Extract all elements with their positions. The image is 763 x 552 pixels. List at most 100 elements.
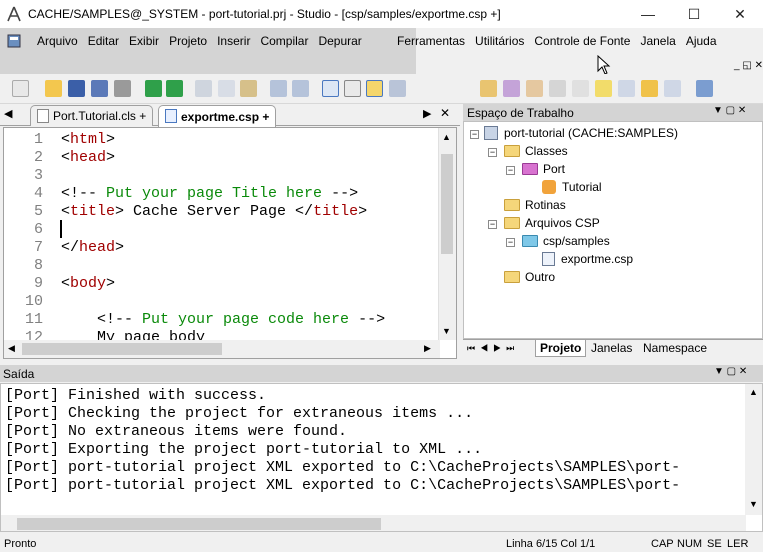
view-code-icon[interactable] [322, 80, 339, 97]
scroll-left-icon[interactable]: ◀ [8, 343, 15, 354]
tool-icon-10[interactable] [696, 80, 713, 97]
tab-janelas[interactable]: Janelas [587, 340, 636, 356]
num-indicator: NUM [677, 538, 703, 550]
tree-outro[interactable]: Outro [504, 270, 555, 284]
tool-icon-3[interactable] [526, 80, 543, 97]
save-all-icon[interactable] [91, 80, 108, 97]
tree-classes[interactable]: Classes [504, 144, 568, 158]
tab-port-tutorial-cls[interactable]: Port.Tutorial.cls + [30, 105, 154, 126]
menu-editar[interactable]: Editar [83, 34, 124, 48]
editor-vertical-scrollbar[interactable]: ▲ ▼ [438, 128, 456, 340]
document-icon[interactable] [344, 80, 361, 97]
redo-icon[interactable] [292, 80, 309, 97]
folder-icon [504, 199, 520, 211]
tool-icon-5[interactable] [572, 80, 589, 97]
tab-scroll-left-icon[interactable]: ◀ [4, 107, 12, 120]
output-vertical-scrollbar[interactable]: ▲ ▼ [745, 384, 762, 515]
maximize-button[interactable]: ☐ [671, 0, 717, 28]
document-menu-icon[interactable] [6, 33, 28, 49]
line-number: 6 [33, 221, 43, 238]
line-number: 9 [33, 275, 43, 292]
menu-ajuda[interactable]: Ajuda [681, 34, 722, 48]
tool-icon-8[interactable] [641, 80, 658, 97]
editor-horizontal-scrollbar[interactable]: ◀ ▶ [4, 340, 440, 358]
tree-project[interactable]: port-tutorial (CACHE:SAMPLES) [484, 126, 678, 140]
collapse-icon[interactable]: − [488, 220, 497, 229]
menu-depurar[interactable]: Depurar [313, 34, 366, 48]
menu-arquivo[interactable]: Arquivo [32, 34, 83, 48]
tree-csp-samples[interactable]: csp/samples [522, 234, 610, 248]
tool-icon-6[interactable] [595, 80, 612, 97]
menu-controle-de-fonte[interactable]: Controle de Fonte [529, 34, 635, 48]
collapse-icon[interactable]: − [488, 148, 497, 157]
print-icon[interactable] [114, 80, 131, 97]
tree-arquivos-csp[interactable]: Arquivos CSP [504, 216, 600, 230]
tree-port[interactable]: Port [522, 162, 565, 176]
output-title-bar: Saída ▼ ▢ ✕ [0, 365, 763, 382]
new-file-icon[interactable] [12, 80, 29, 97]
tab-label: exportme.csp + [181, 109, 270, 124]
scroll-up-icon[interactable]: ▲ [749, 387, 758, 397]
tab-nav-icons[interactable]: ⏮◀▶⏭ [467, 343, 519, 354]
inspector-icon[interactable] [366, 80, 383, 97]
restore-mdi-icon[interactable]: _ ◱ ✕ [734, 60, 763, 71]
hscroll-thumb[interactable] [17, 518, 381, 530]
forward-icon[interactable] [166, 80, 183, 97]
tool-icon-7[interactable] [618, 80, 635, 97]
back-icon[interactable] [145, 80, 162, 97]
tab-exportme-csp[interactable]: exportme.csp + [158, 105, 277, 127]
tree-label: Port [543, 162, 566, 176]
tool-icon-2[interactable] [503, 80, 520, 97]
status-text: Pronto [4, 538, 37, 550]
tree-exportme-csp[interactable]: exportme.csp [542, 252, 633, 266]
tool-icon-4[interactable] [549, 80, 566, 97]
main-toolbar [0, 74, 763, 104]
scroll-down-icon[interactable]: ▼ [749, 499, 758, 509]
menu-compilar[interactable]: Compilar [255, 34, 313, 48]
scroll-right-icon[interactable]: ▶ [424, 343, 431, 354]
mouse-cursor-icon [597, 55, 611, 75]
tree-rotinas[interactable]: Rotinas [504, 198, 566, 212]
save-icon[interactable] [68, 80, 85, 97]
tool-icon-1[interactable] [480, 80, 497, 97]
window-layout-icon[interactable] [389, 80, 406, 97]
scroll-up-icon[interactable]: ▲ [442, 132, 451, 142]
csp-file-icon [542, 252, 555, 266]
panel-menu-icon[interactable]: ▼ ▢ ✕ [714, 366, 747, 377]
paste-icon[interactable] [240, 80, 257, 97]
scroll-down-icon[interactable]: ▼ [442, 326, 451, 336]
tool-icon-9[interactable] [664, 80, 681, 97]
scroll-thumb[interactable] [441, 154, 453, 254]
tab-projeto[interactable]: Projeto [535, 340, 587, 357]
minimize-button[interactable]: — [625, 0, 671, 28]
copy-icon[interactable] [218, 80, 235, 97]
code-editor[interactable]: 1 2 3 4 5 6 7 8 9 10 11 12 <html> <head> <!-- Put you… [3, 127, 457, 359]
hscroll-thumb[interactable] [22, 343, 222, 355]
tab-scroll-right-icon[interactable]: ▶ [423, 107, 431, 120]
tab-namespace[interactable]: Namespace [639, 340, 711, 356]
editor-close-icon[interactable]: ✕ [440, 106, 450, 120]
output-line: [Port] Finished with success. [5, 387, 267, 404]
menu-utilitarios[interactable]: Utilitários [470, 34, 529, 48]
open-folder-icon[interactable] [45, 80, 62, 97]
output-line: [Port] Checking the project for extraneo… [5, 405, 474, 422]
menu-inserir[interactable]: Inserir [212, 34, 255, 48]
undo-icon[interactable] [270, 80, 287, 97]
menu-exibir[interactable]: Exibir [124, 34, 164, 48]
close-button[interactable]: ✕ [717, 0, 763, 28]
package-folder-icon [522, 163, 538, 175]
workspace-title-bar: Espaço de Trabalho ▼ ▢ ✕ [463, 104, 763, 121]
output-horizontal-scrollbar[interactable] [1, 515, 746, 531]
project-tree: − port-tutorial (CACHE:SAMPLES) − Classe… [463, 121, 763, 339]
panel-menu-icon[interactable]: ▼ ▢ ✕ [713, 105, 746, 116]
menu-ferramentas[interactable]: Ferramentas [392, 34, 470, 48]
menu-janela[interactable]: Janela [635, 34, 680, 48]
tree-tutorial[interactable]: Tutorial [542, 180, 602, 194]
cut-icon[interactable] [195, 80, 212, 97]
output-panel[interactable]: [Port] Finished with success. [Port] Chec… [0, 383, 763, 532]
menu-projeto[interactable]: Projeto [164, 34, 212, 48]
collapse-icon[interactable]: − [470, 130, 479, 139]
collapse-icon[interactable]: − [506, 238, 515, 247]
collapse-icon[interactable]: − [506, 166, 515, 175]
output-line: [Port] port-tutorial project XML exporte… [5, 459, 681, 476]
